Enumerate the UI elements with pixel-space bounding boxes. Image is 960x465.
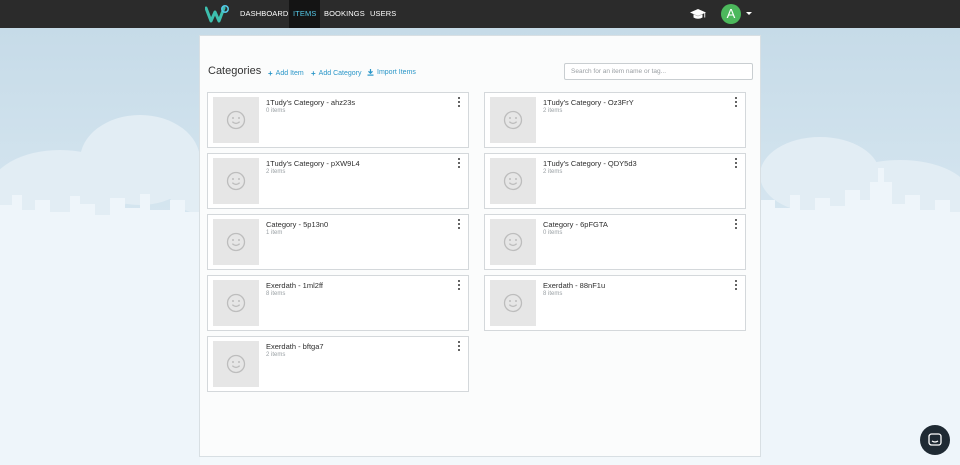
category-thumbnail	[490, 219, 536, 265]
more-options-icon[interactable]	[456, 280, 462, 290]
smiley-placeholder-icon	[503, 293, 523, 313]
category-card[interactable]: Exerdath - 88nF1u 8 items	[484, 275, 746, 331]
more-options-icon[interactable]	[733, 219, 739, 229]
category-item-count: 1 item	[266, 230, 283, 236]
category-card[interactable]: Exerdath - bftga7 2 items	[207, 336, 469, 392]
category-name: 1Tudy's Category - pXW9L4	[266, 159, 360, 168]
import-icon	[367, 69, 374, 76]
category-item-count: 2 items	[266, 352, 286, 358]
smiley-placeholder-icon	[503, 232, 523, 252]
smiley-placeholder-icon	[226, 354, 246, 374]
category-item-count: 8 items	[266, 291, 286, 297]
category-card[interactable]: 1Tudy's Category - QDY5d3 2 items	[484, 153, 746, 209]
smiley-placeholder-icon	[226, 293, 246, 313]
import-items-link[interactable]: Import Items	[367, 69, 416, 76]
more-options-icon[interactable]	[456, 158, 462, 168]
category-item-count: 0 items	[543, 230, 563, 236]
category-name: Exerdath - 88nF1u	[543, 281, 606, 290]
category-thumbnail	[490, 97, 536, 143]
import-items-label: Import Items	[377, 69, 416, 76]
smiley-placeholder-icon	[503, 110, 523, 130]
more-options-icon[interactable]	[733, 158, 739, 168]
more-options-icon[interactable]	[456, 341, 462, 351]
category-item-count: 2 items	[266, 169, 286, 175]
more-options-icon[interactable]	[456, 219, 462, 229]
graduation-cap-icon[interactable]	[690, 7, 706, 21]
category-thumbnail	[213, 158, 259, 204]
w-logo-icon[interactable]	[205, 3, 229, 25]
more-options-icon[interactable]	[733, 97, 739, 107]
nav-bookings[interactable]: BOOKINGS	[320, 0, 369, 28]
top-navbar: DASHBOARD ITEMS BOOKINGS USERS A	[0, 0, 960, 28]
plus-icon: +	[268, 69, 273, 78]
plus-icon: +	[311, 69, 316, 78]
category-name: Category - 6pFGTA	[543, 220, 608, 229]
chevron-down-icon[interactable]	[746, 12, 752, 15]
category-card[interactable]: 1Tudy's Category - Oz3FrY 2 items	[484, 92, 746, 148]
category-thumbnail	[490, 158, 536, 204]
add-category-link[interactable]: + Add Category	[311, 69, 361, 78]
smiley-placeholder-icon	[226, 232, 246, 252]
chat-icon	[928, 433, 942, 446]
category-item-count: 2 items	[543, 108, 563, 114]
category-name: 1Tudy's Category - ahz23s	[266, 98, 356, 107]
category-name: Exerdath - 1ml2ff	[266, 281, 323, 290]
search-input[interactable]	[564, 63, 753, 80]
more-options-icon[interactable]	[733, 280, 739, 290]
smiley-placeholder-icon	[226, 171, 246, 191]
user-avatar[interactable]: A	[721, 4, 741, 24]
smiley-placeholder-icon	[503, 171, 523, 191]
category-card[interactable]: 1Tudy's Category - ahz23s 0 items	[207, 92, 469, 148]
category-card[interactable]: Category - 5p13n0 1 item	[207, 214, 469, 270]
category-card[interactable]: Category - 6pFGTA 0 items	[484, 214, 746, 270]
category-name: 1Tudy's Category - Oz3FrY	[543, 98, 634, 107]
more-options-icon[interactable]	[456, 97, 462, 107]
categories-panel: Categories + Add Item + Add Category Imp…	[199, 35, 761, 457]
nav-dashboard[interactable]: DASHBOARD	[236, 0, 292, 28]
category-name: Exerdath - bftga7	[266, 342, 324, 351]
category-thumbnail	[213, 341, 259, 387]
category-item-count: 2 items	[543, 169, 563, 175]
category-name: Category - 5p13n0	[266, 220, 329, 229]
add-category-label: Add Category	[318, 70, 362, 77]
category-thumbnail	[213, 97, 259, 143]
add-item-link[interactable]: + Add Item	[268, 69, 304, 78]
category-card[interactable]: 1Tudy's Category - pXW9L4 2 items	[207, 153, 469, 209]
category-thumbnail	[213, 280, 259, 326]
category-thumbnail	[490, 280, 536, 326]
category-item-count: 8 items	[543, 291, 563, 297]
nav-items[interactable]: ITEMS	[289, 0, 321, 28]
category-item-count: 0 items	[266, 108, 286, 114]
smiley-placeholder-icon	[226, 110, 246, 130]
category-card[interactable]: Exerdath - 1ml2ff 8 items	[207, 275, 469, 331]
chat-support-button[interactable]	[920, 425, 950, 455]
add-item-label: Add Item	[275, 70, 304, 77]
category-name: 1Tudy's Category - QDY5d3	[543, 159, 637, 168]
page-title: Categories	[208, 65, 262, 77]
nav-users[interactable]: USERS	[366, 0, 400, 28]
category-thumbnail	[213, 219, 259, 265]
